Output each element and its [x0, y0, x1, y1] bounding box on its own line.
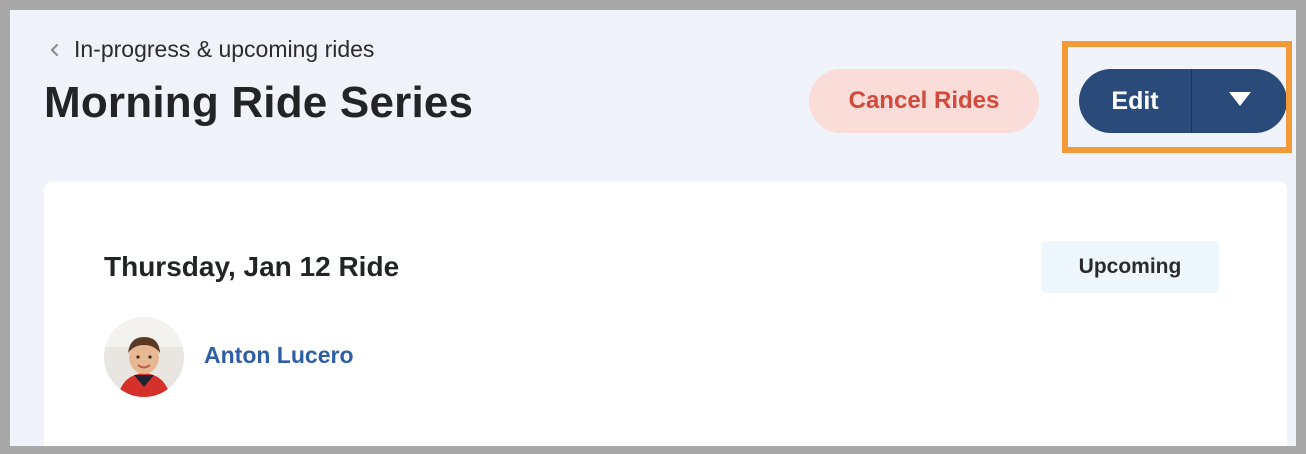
highlight-box — [1062, 41, 1292, 153]
breadcrumb[interactable]: In-progress & upcoming rides — [44, 36, 374, 63]
status-badge: Upcoming — [1041, 241, 1219, 293]
avatar[interactable] — [104, 317, 184, 397]
breadcrumb-label[interactable]: In-progress & upcoming rides — [74, 36, 374, 63]
page-title: Morning Ride Series — [44, 78, 474, 127]
rider-name-link[interactable]: Anton Lucero — [204, 342, 354, 369]
ride-card: Thursday, Jan 12 Ride Upcoming Anton Luc… — [44, 181, 1287, 446]
ride-title: Thursday, Jan 12 Ride — [104, 251, 400, 282]
chevron-left-icon — [44, 39, 66, 61]
cancel-rides-button[interactable]: Cancel Rides — [809, 69, 1039, 133]
app-window: In-progress & upcoming rides Morning Rid… — [10, 10, 1296, 446]
